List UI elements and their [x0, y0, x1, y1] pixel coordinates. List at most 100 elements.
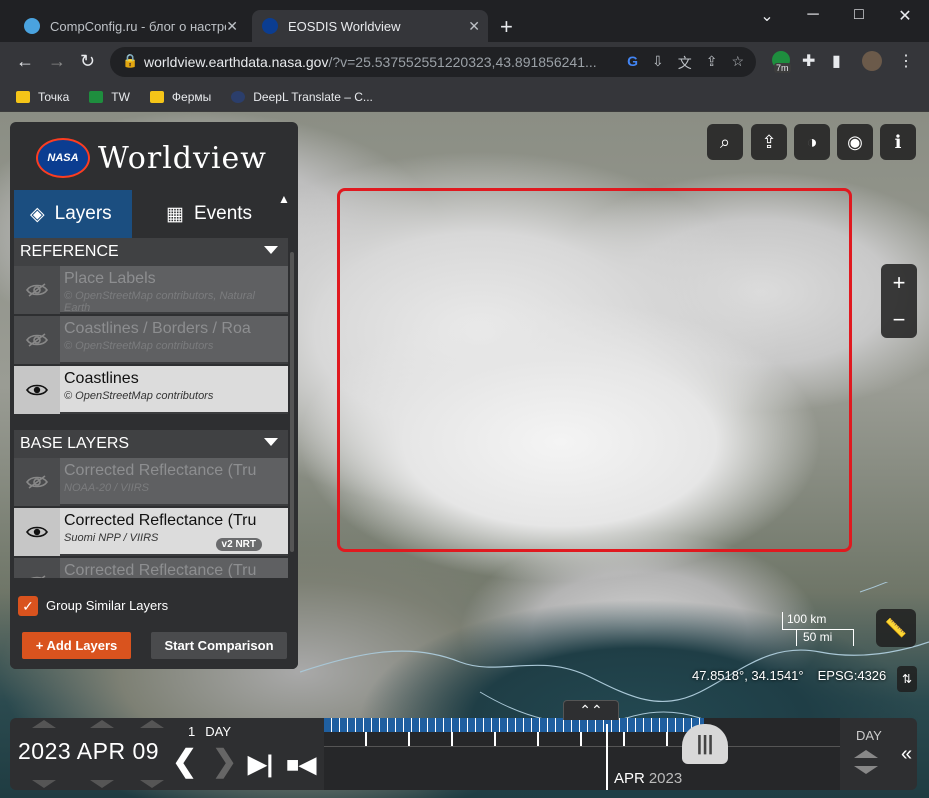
- expand-timeline-button[interactable]: ⌃⌃: [563, 700, 619, 720]
- install-icon[interactable]: ⇩: [652, 53, 664, 73]
- maximize-button[interactable]: □: [836, 6, 882, 24]
- day-up-arrow-icon[interactable]: [140, 720, 164, 728]
- zoom-out-button[interactable]: −: [881, 301, 917, 338]
- eye-icon[interactable]: [14, 366, 60, 414]
- bookmarks-bar: Точка TW Фермы DeepL Translate – C...: [0, 82, 929, 112]
- deepl-icon: [231, 90, 246, 103]
- year-label: 2023: [648, 770, 683, 787]
- eye-off-icon[interactable]: [14, 316, 60, 364]
- zoom-in-button[interactable]: +: [881, 264, 917, 301]
- profile-avatar[interactable]: [862, 51, 882, 76]
- add-layers-button[interactable]: + Add Layers: [22, 632, 131, 659]
- forward-icon[interactable]: →: [48, 51, 66, 72]
- tab-search-icon[interactable]: ⌄: [744, 6, 790, 26]
- layer-row[interactable]: Place Labels © OpenStreetMap contributor…: [14, 266, 288, 314]
- new-tab-button[interactable]: +: [500, 14, 513, 40]
- bookmark-fermy[interactable]: Фермы: [149, 90, 211, 104]
- time-interval[interactable]: 1 DAY: [188, 724, 231, 739]
- next-day-icon[interactable]: ❯: [212, 744, 237, 779]
- extension-icon[interactable]: 7m: [772, 51, 791, 74]
- day-down-arrow-icon[interactable]: [140, 780, 164, 788]
- timeline-zoom-level[interactable]: DAY: [840, 718, 896, 790]
- zoom-level-down-icon[interactable]: [854, 766, 878, 774]
- bookmark-tochka[interactable]: Точка: [16, 90, 69, 104]
- camera-icon[interactable]: ◉: [837, 124, 873, 160]
- share-page-icon[interactable]: ⇪: [706, 53, 718, 73]
- month-up-arrow-icon[interactable]: [90, 720, 114, 728]
- layer-row[interactable]: Corrected Reflectance (Tru: [14, 558, 288, 578]
- bookmark-star-icon[interactable]: ☆: [731, 53, 744, 73]
- month-label: APR: [614, 770, 645, 787]
- eye-off-icon[interactable]: [14, 558, 60, 578]
- date-selector: 2023 APR 09 1 DAY ❮ ❯ ▶| ■◀: [10, 718, 324, 790]
- layer-row[interactable]: Corrected Reflectance (Tru NOAA-20 / VII…: [14, 458, 288, 506]
- timeline-month-label: APR 2023: [614, 770, 682, 787]
- layer-row[interactable]: Coastlines / Borders / Roa © OpenStreetM…: [14, 316, 288, 364]
- previous-day-icon[interactable]: ❮: [172, 744, 197, 779]
- minimize-button[interactable]: ─: [790, 6, 836, 24]
- month-down-arrow-icon[interactable]: [90, 780, 114, 788]
- menu-icon[interactable]: ⋮: [898, 51, 914, 71]
- google-icon[interactable]: G: [627, 53, 638, 73]
- tab-layers[interactable]: ◈ Layers: [14, 190, 132, 238]
- eye-icon[interactable]: [14, 508, 60, 556]
- zoom-controls: + −: [881, 264, 917, 338]
- projection-icon[interactable]: ◑: [794, 124, 830, 160]
- layer-subtitle: © OpenStreetMap contributors, Natural Ea…: [64, 290, 255, 314]
- section-reference[interactable]: REFERENCE: [14, 238, 288, 266]
- layer-row[interactable]: Corrected Reflectance (Tru Suomi NPP / V…: [14, 508, 288, 556]
- layers-icon: ◈: [30, 203, 45, 225]
- year-down-arrow-icon[interactable]: [32, 780, 56, 788]
- folder-icon: [16, 90, 30, 103]
- scale-mi: 50 mi: [796, 630, 854, 646]
- satellite-map[interactable]: ⌕ ⇪ ◑ ◉ ℹ + − NASA Worldview ◈ Layers ▦ …: [0, 112, 929, 798]
- bookmark-label: Точка: [38, 89, 70, 104]
- bookmark-deepl[interactable]: DeepL Translate – C...: [231, 90, 373, 104]
- group-layers-checkbox[interactable]: ✓: [18, 596, 38, 616]
- coordinates-value: 47.8518°, 34.1541°: [692, 668, 804, 683]
- group-layers-label: Group Similar Layers: [46, 598, 169, 613]
- browser-tab-worldview[interactable]: EOSDIS Worldview ✕: [252, 10, 488, 42]
- timeline-track[interactable]: APR 2023 |||: [324, 718, 840, 790]
- timeline-drag-handle[interactable]: |||: [682, 724, 728, 764]
- back-icon[interactable]: ←: [16, 51, 34, 72]
- omnibox-actions: G ⇩ 文 ⇪ ☆: [627, 53, 744, 73]
- start-comparison-button[interactable]: Start Comparison: [151, 632, 287, 659]
- section-base-layers[interactable]: BASE LAYERS: [14, 430, 288, 458]
- side-panel-icon[interactable]: ▮: [832, 51, 841, 71]
- info-icon[interactable]: ℹ: [880, 124, 916, 160]
- address-bar[interactable]: 🔒 worldview.earthdata.nasa.gov/?v=25.537…: [110, 47, 756, 77]
- sidebar-tabs: ◈ Layers ▦ Events ▲: [14, 190, 298, 238]
- close-tab-icon[interactable]: ✕: [468, 18, 480, 35]
- eye-off-icon[interactable]: [14, 458, 60, 506]
- close-tab-icon[interactable]: ✕: [226, 18, 238, 35]
- bookmark-label: TW: [111, 89, 130, 104]
- browser-tab-compconfig[interactable]: CompConfig.ru - блог о настрой ✕: [14, 10, 246, 42]
- close-window-button[interactable]: ✕: [882, 6, 928, 26]
- layer-subtitle: NOAA-20 / VIIRS: [64, 482, 149, 494]
- bookmark-label: DeepL Translate – C...: [253, 89, 373, 104]
- skip-to-end-icon[interactable]: ▶|: [248, 750, 273, 779]
- bookmark-tw[interactable]: TW: [89, 90, 130, 104]
- year-up-arrow-icon[interactable]: [32, 720, 56, 728]
- zoom-level-up-icon[interactable]: [854, 750, 878, 758]
- selection-rectangle[interactable]: [337, 188, 852, 552]
- collapse-sidebar-icon[interactable]: ▲: [278, 192, 290, 206]
- video-animation-icon[interactable]: ■◀: [286, 752, 316, 778]
- layer-list-scrollbar[interactable]: [290, 252, 294, 552]
- hide-timeline-button[interactable]: «: [896, 718, 917, 790]
- share-icon[interactable]: ⇪: [751, 124, 787, 160]
- caret-down-icon: [264, 438, 278, 446]
- zoom-search-icon[interactable]: ⌕: [707, 124, 743, 160]
- layer-row[interactable]: Coastlines © OpenStreetMap contributors: [14, 366, 288, 414]
- measure-ruler-icon[interactable]: 📏: [876, 609, 916, 647]
- reload-icon[interactable]: ↻: [80, 51, 95, 72]
- eye-off-icon[interactable]: [14, 266, 60, 314]
- tw-icon: [89, 90, 104, 103]
- coordinate-format-toggle-icon[interactable]: ⇅: [897, 666, 917, 692]
- translate-icon[interactable]: 文: [678, 53, 692, 73]
- tab-events[interactable]: ▦ Events: [132, 190, 282, 238]
- current-date[interactable]: 2023 APR 09: [18, 738, 159, 765]
- compconfig-favicon-icon: [24, 18, 40, 34]
- extensions-puzzle-icon[interactable]: ✚: [802, 51, 815, 71]
